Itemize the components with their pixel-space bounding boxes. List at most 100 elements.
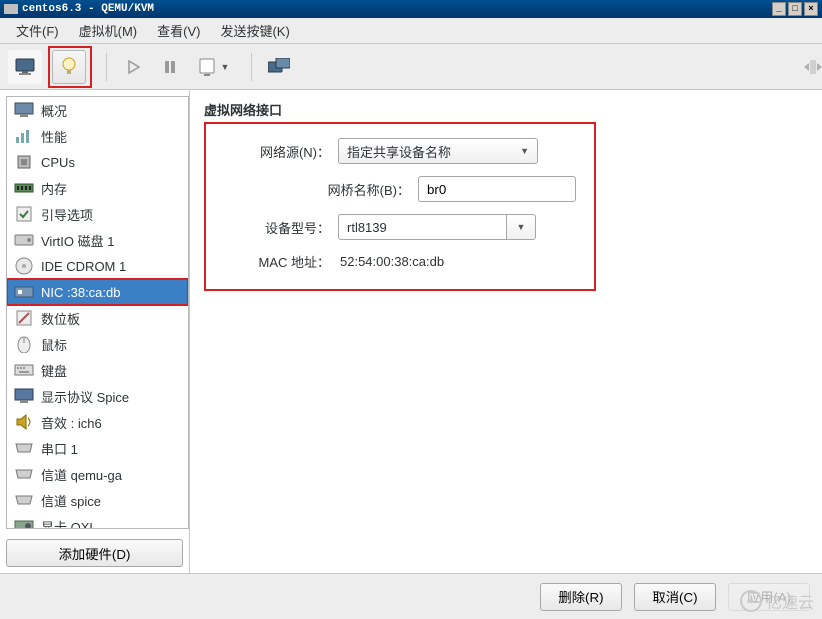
sidebar-item-label: 信道 spice	[41, 491, 101, 510]
sidebar-item-label: 引导选项	[41, 205, 93, 224]
sidebar-item-1[interactable]: 性能	[7, 123, 188, 149]
side-handle-icon[interactable]	[804, 58, 822, 76]
run-button[interactable]	[117, 50, 151, 84]
power-box-icon	[199, 58, 215, 76]
serial-icon	[13, 465, 35, 483]
sidebar-item-label: 串口 1	[41, 439, 78, 458]
hardware-list[interactable]: 概况性能 CPUs 内存引导选项 VirtIO 磁盘 1 IDE CDROM 1 NIC …	[6, 96, 189, 529]
bridge-name-label: 网桥名称(B)：	[218, 180, 418, 199]
sidebar-item-label: 信道 qemu-ga	[41, 465, 122, 484]
window-title: centos6.3 - QEMU/KVM	[22, 3, 154, 15]
menu-vm[interactable]: 虚拟机(M)	[69, 17, 148, 44]
device-model-label: 设备型号：	[218, 218, 338, 237]
sidebar-item-label: 鼠标	[41, 335, 67, 354]
serial-icon	[13, 491, 35, 509]
serial-icon	[13, 439, 35, 457]
add-hardware-button[interactable]: 添加硬件(D)	[6, 539, 183, 567]
mac-address-value: 52:54:00:38:ca:db	[338, 254, 444, 269]
sidebar-item-7[interactable]: NIC :38:ca:db	[7, 279, 188, 305]
sidebar-item-label: CPUs	[41, 155, 75, 170]
pause-icon	[163, 60, 177, 74]
toolbar: ▼	[0, 44, 822, 90]
network-source-value: 指定共享设备名称	[347, 142, 451, 161]
sidebar-item-11[interactable]: 显示协议 Spice	[7, 383, 188, 409]
sidebar-item-label: 概况	[41, 101, 67, 120]
highlighted-detail-box: 网络源(N)： 指定共享设备名称 ▼ 网桥名称(B)： 设备型号： rtl813…	[204, 122, 596, 291]
minimize-button[interactable]: _	[772, 2, 786, 16]
lightbulb-icon	[61, 57, 77, 77]
chevron-down-icon[interactable]: ▼	[507, 222, 535, 232]
bottom-action-bar: 删除(R) 取消(C) 应用(A)	[0, 573, 822, 619]
sidebar-item-4[interactable]: 引导选项	[7, 201, 188, 227]
device-model-value: rtl8139	[339, 215, 507, 239]
sidebar-item-0[interactable]: 概况	[7, 97, 188, 123]
sidebar-item-15[interactable]: 信道 spice	[7, 487, 188, 513]
mouse-icon	[13, 335, 35, 353]
sidebar-item-label: 显示协议 Spice	[41, 387, 129, 406]
sidebar-item-3[interactable]: 内存	[7, 175, 188, 201]
sidebar-item-label: VirtIO 磁盘 1	[41, 231, 114, 250]
window-titlebar: centos6.3 - QEMU/KVM _ □ ×	[0, 0, 822, 18]
chevron-down-icon: ▼	[221, 62, 230, 72]
keyboard-icon	[13, 361, 35, 379]
sidebar-item-13[interactable]: 串口 1	[7, 435, 188, 461]
cpu-icon	[13, 153, 35, 171]
sidebar-item-6[interactable]: IDE CDROM 1	[7, 253, 188, 279]
sidebar-item-label: 性能	[41, 127, 67, 146]
sidebar-item-2[interactable]: CPUs	[7, 149, 188, 175]
sidebar-item-16[interactable]: 显卡 QXL	[7, 513, 188, 529]
sidebar-item-label: 显卡 QXL	[41, 517, 97, 530]
boot-icon	[13, 205, 35, 223]
toolbar-separator	[251, 53, 252, 81]
sound-icon	[13, 413, 35, 431]
ram-icon	[13, 179, 35, 197]
shutdown-menu-button[interactable]: ▼	[189, 50, 239, 84]
apply-button[interactable]: 应用(A)	[728, 583, 810, 611]
screens-icon	[268, 58, 290, 76]
monitor-icon	[15, 58, 35, 76]
bridge-name-input[interactable]	[418, 176, 576, 202]
menu-file[interactable]: 文件(F)	[6, 17, 69, 44]
highlighted-toolbar-group	[48, 46, 92, 88]
sidebar-item-14[interactable]: 信道 qemu-ga	[7, 461, 188, 487]
chevron-down-icon: ▼	[520, 146, 529, 156]
detail-pane: 虚拟网络接口 网络源(N)： 指定共享设备名称 ▼ 网桥名称(B)： 设备型号：…	[190, 90, 822, 573]
nic-icon	[13, 283, 35, 301]
chart-icon	[13, 127, 35, 145]
menubar: 文件(F) 虚拟机(M) 查看(V) 发送按键(K)	[0, 18, 822, 44]
disk-icon	[13, 231, 35, 249]
menu-view[interactable]: 查看(V)	[147, 17, 210, 44]
sidebar-item-12[interactable]: 音效 : ich6	[7, 409, 188, 435]
toolbar-separator	[106, 53, 107, 81]
display-icon	[13, 387, 35, 405]
sidebar-item-label: 数位板	[41, 309, 80, 328]
gpu-icon	[13, 517, 35, 529]
mac-address-label: MAC 地址：	[218, 252, 338, 271]
fullscreen-button[interactable]	[262, 50, 296, 84]
hardware-sidebar: 概况性能 CPUs 内存引导选项 VirtIO 磁盘 1 IDE CDROM 1 NIC …	[0, 90, 190, 573]
sidebar-item-9[interactable]: 鼠标	[7, 331, 188, 357]
menu-sendkeys[interactable]: 发送按键(K)	[210, 17, 299, 44]
console-view-button[interactable]	[8, 50, 42, 84]
sidebar-item-10[interactable]: 键盘	[7, 357, 188, 383]
sidebar-item-label: 键盘	[41, 361, 67, 380]
cdrom-icon	[13, 257, 35, 275]
sidebar-item-label: 音效 : ich6	[41, 413, 102, 432]
cancel-button[interactable]: 取消(C)	[634, 583, 716, 611]
maximize-button[interactable]: □	[788, 2, 802, 16]
close-button[interactable]: ×	[804, 2, 818, 16]
device-model-combo[interactable]: rtl8139 ▼	[338, 214, 536, 240]
play-icon	[127, 60, 141, 74]
remove-button[interactable]: 删除(R)	[540, 583, 622, 611]
monitor-icon	[13, 101, 35, 119]
sidebar-item-label: IDE CDROM 1	[41, 259, 126, 274]
sidebar-item-label: NIC :38:ca:db	[41, 285, 121, 300]
sidebar-item-label: 内存	[41, 179, 67, 198]
sidebar-item-8[interactable]: 数位板	[7, 305, 188, 331]
sidebar-item-5[interactable]: VirtIO 磁盘 1	[7, 227, 188, 253]
tablet-icon	[13, 309, 35, 327]
pause-button[interactable]	[153, 50, 187, 84]
network-source-combo[interactable]: 指定共享设备名称 ▼	[338, 138, 538, 164]
network-source-label: 网络源(N)：	[218, 142, 338, 161]
details-view-button[interactable]	[52, 50, 86, 84]
